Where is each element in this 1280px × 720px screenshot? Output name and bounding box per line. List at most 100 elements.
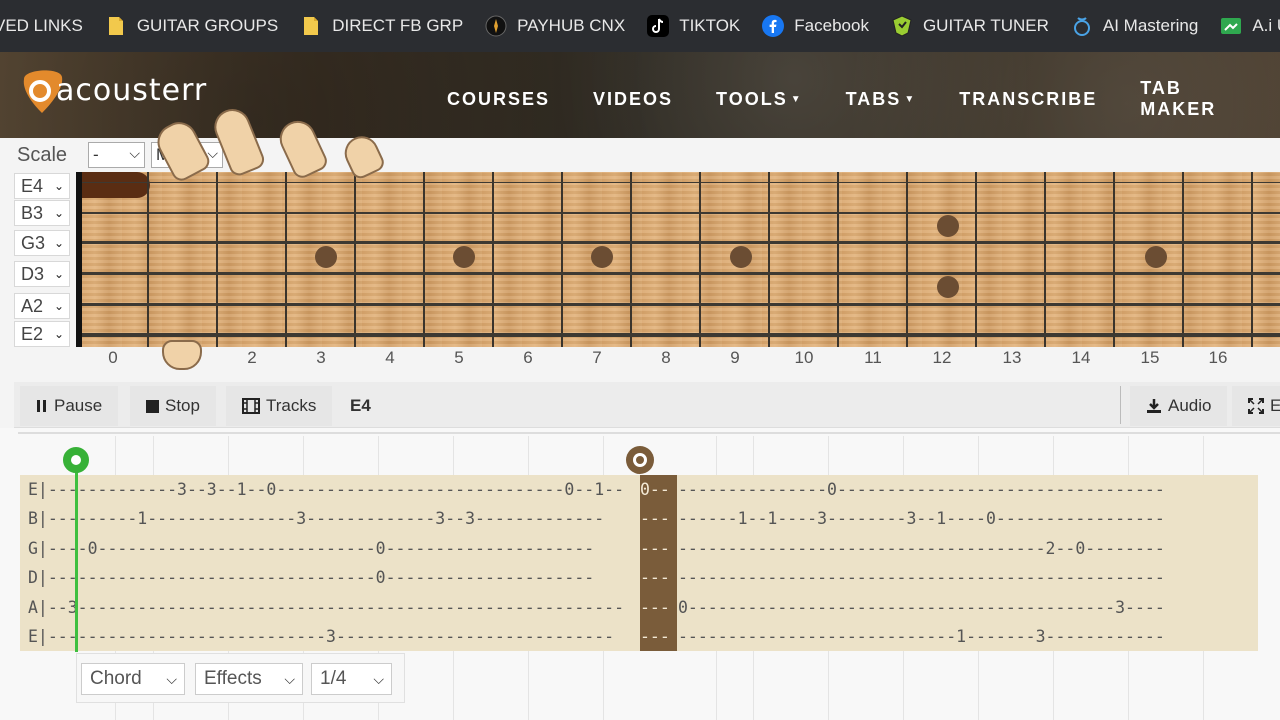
fret-wire	[1182, 172, 1184, 347]
fret-wire	[975, 172, 977, 347]
edit-cursor-column[interactable]: 0-- --- --- --- --- ---	[640, 475, 677, 651]
string-tuning-select[interactable]: G3 ⌄	[14, 230, 70, 256]
guitar-string	[82, 182, 1280, 183]
bookmark-tiktok[interactable]: TIKTOK	[636, 0, 751, 52]
cursor-cell: ---	[640, 627, 670, 646]
tab-string-line: ----------------------------1-------3---…	[678, 627, 1165, 646]
cursor-cell: ---	[640, 509, 670, 528]
fret-number: 2	[247, 348, 257, 367]
pause-button[interactable]: Pause	[20, 386, 119, 426]
nav-courses[interactable]: COURSES	[447, 78, 550, 120]
fret-wire	[906, 172, 908, 347]
chevron-down-icon: ⌵	[166, 670, 177, 687]
bookmark-label: GUITAR GROUPS	[136, 16, 279, 35]
duration-select[interactable]: 1/4 ⌵	[311, 663, 392, 695]
string-tuning-select[interactable]: D3 ⌄	[14, 261, 70, 287]
payhub-icon	[485, 15, 507, 37]
folder-icon	[300, 15, 322, 37]
fretboard[interactable]	[76, 172, 1280, 347]
fret-number: 7	[592, 348, 602, 367]
fret-number: 13	[1002, 348, 1022, 367]
nav-tab-maker[interactable]: TAB MAKER	[1140, 78, 1237, 120]
tab-string-line: E|-------------3--3--1--0---------------…	[28, 480, 625, 499]
bookmark-label: GUITAR TUNER	[922, 16, 1049, 35]
fret-wire	[147, 172, 149, 347]
bookmark-ai-upscale[interactable]: A.i Upsc	[1209, 0, 1280, 52]
fret-number: 16	[1208, 348, 1228, 367]
fret-number: 9	[730, 348, 740, 367]
fret-number: 6	[523, 348, 533, 367]
bookmark-guitar-groups[interactable]: GUITAR GROUPS	[94, 0, 289, 52]
tab-string-line: ---------------0------------------------…	[678, 480, 1165, 499]
stop-button[interactable]: Stop	[130, 386, 216, 426]
fret-number: 5	[454, 348, 464, 367]
chevron-down-icon: ⌄	[53, 206, 64, 220]
tuner-icon	[891, 15, 913, 37]
tab-string-line: A|--3-----------------------------------…	[28, 598, 625, 617]
bookmarks-bar: VED LINKS GUITAR GROUPS DIRECT FB GRP PA…	[0, 0, 1280, 52]
folder-icon	[105, 15, 127, 37]
effects-select[interactable]: Effects ⌵	[195, 663, 303, 695]
chevron-down-icon: ⌵	[373, 670, 384, 687]
pause-icon	[36, 399, 48, 413]
caret-down-icon: ▼	[790, 93, 803, 105]
guitar-string	[82, 241, 1280, 244]
tab-staff[interactable]: E|-------------3--3--1--0---------------…	[20, 475, 1258, 651]
bookmark-direct-fb-grp[interactable]: DIRECT FB GRP	[289, 0, 474, 52]
nav-tabs[interactable]: TABS ▼	[846, 78, 917, 120]
string-tuning-select[interactable]: A2 ⌄	[14, 293, 70, 319]
nav-transcribe[interactable]: TRANSCRIBE	[959, 78, 1097, 120]
caret-down-icon: ▼	[904, 93, 917, 105]
site-header: acousterr COURSES VIDEOS TOOLS ▼ TABS ▼ TR…	[0, 52, 1280, 138]
active-note-marker	[82, 172, 150, 198]
note-options-panel: Chord ⌵ Effects ⌵ 1/4 ⌵	[76, 653, 405, 703]
bookmark-guitar-tuner[interactable]: GUITAR TUNER	[880, 0, 1060, 52]
guitar-string	[82, 272, 1280, 275]
facebook-icon	[762, 15, 785, 37]
scale-key-select[interactable]: - ⌵	[88, 142, 145, 168]
bookmark-payhub-cnx[interactable]: PAYHUB CNX	[474, 0, 636, 52]
string-tuning-select[interactable]: E4 ⌄	[14, 173, 70, 199]
tab-string-line: G|----0----------------------------0----…	[28, 539, 595, 558]
expand-icon	[1248, 398, 1264, 414]
fret-wire	[837, 172, 839, 347]
fret-wire	[1251, 172, 1253, 347]
fret-wire	[699, 172, 701, 347]
guitar-string	[82, 333, 1280, 337]
fret-number: 11	[864, 348, 882, 367]
fret-inlay	[730, 246, 752, 268]
chevron-down-icon: ⌄	[53, 236, 64, 250]
fret-inlay	[315, 246, 337, 268]
string-tuning-select[interactable]: E2 ⌄	[14, 321, 70, 347]
fret-number: 8	[661, 348, 671, 367]
bookmark-label: DIRECT FB GRP	[332, 16, 464, 35]
cursor-cell: ---	[640, 539, 670, 558]
fret-wire	[768, 172, 770, 347]
cursor-cell: ---	[640, 598, 670, 617]
chord-select[interactable]: Chord ⌵	[81, 663, 185, 695]
string-tuning-selectors: E4 ⌄ B3 ⌄ G3 ⌄ D3 ⌄ A2 ⌄ E2 ⌄	[14, 172, 70, 350]
tracks-button[interactable]: Tracks	[226, 386, 333, 426]
fret-number: 3	[316, 348, 326, 367]
fret-wire	[1113, 172, 1115, 347]
fret-inlay	[1145, 246, 1167, 268]
chevron-down-icon: ⌄	[53, 267, 64, 281]
fret-wire	[285, 172, 287, 347]
site-logo[interactable]: acousterr	[20, 60, 207, 120]
nav-videos[interactable]: VIDEOS	[593, 78, 673, 120]
nav-tools[interactable]: TOOLS ▼	[716, 78, 803, 120]
fret-number: 0	[108, 348, 118, 367]
tab-string-line: E|----------------------------3---------…	[28, 627, 615, 646]
expand-button[interactable]: E	[1232, 386, 1280, 426]
bookmark-saved-links[interactable]: VED LINKS	[0, 0, 94, 52]
bookmark-facebook[interactable]: Facebook	[751, 0, 880, 52]
edit-cursor-handle[interactable]	[626, 446, 654, 474]
logo-text: acousterr	[56, 72, 208, 108]
playhead-handle[interactable]	[63, 447, 89, 473]
bookmark-ai-mastering[interactable]: AI Mastering	[1060, 0, 1209, 52]
audio-download-button[interactable]: Audio	[1130, 386, 1228, 426]
fret-wire	[216, 172, 218, 347]
string-tuning-select[interactable]: B3 ⌄	[14, 200, 70, 226]
upscale-icon	[1220, 15, 1242, 37]
current-note-display: E4	[350, 396, 371, 415]
